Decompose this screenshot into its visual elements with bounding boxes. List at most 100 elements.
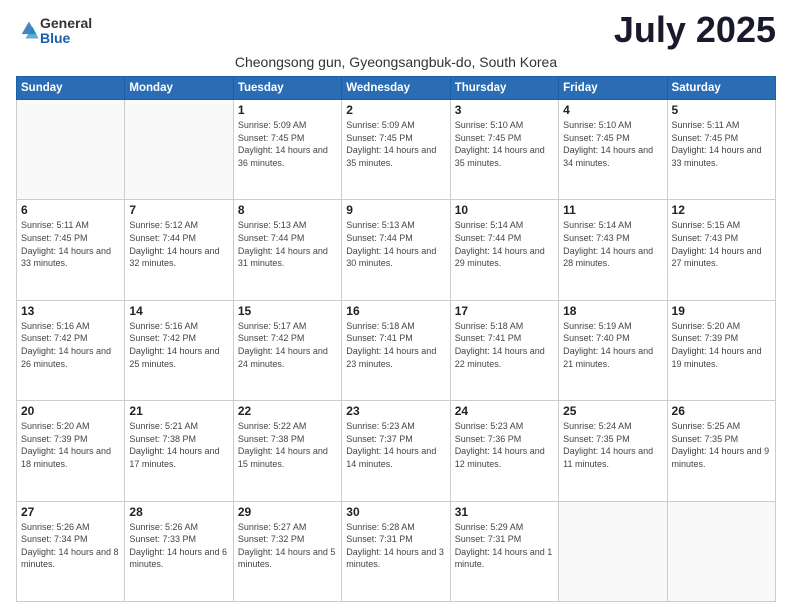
table-row: 29 Sunrise: 5:27 AM Sunset: 7:32 PM Dayli… <box>233 501 341 601</box>
day-number: 29 <box>238 505 337 519</box>
day-info: Sunrise: 5:26 AM Sunset: 7:34 PM Dayligh… <box>21 521 120 571</box>
table-row: 17 Sunrise: 5:18 AM Sunset: 7:41 PM Dayli… <box>450 300 558 400</box>
table-row <box>125 100 233 200</box>
table-row: 9Sunrise: 5:13 AM Sunset: 7:44 PM Daylig… <box>342 200 450 300</box>
day-info: Sunrise: 5:13 AM Sunset: 7:44 PM Dayligh… <box>346 219 445 269</box>
calendar-week-row: 1 Sunrise: 5:09 AM Sunset: 7:45 PM Daylig… <box>17 100 776 200</box>
table-row: 12Sunrise: 5:15 AM Sunset: 7:43 PM Dayli… <box>667 200 775 300</box>
table-row: 21 Sunrise: 5:21 AM Sunset: 7:38 PM Dayli… <box>125 401 233 501</box>
subtitle: Cheongsong gun, Gyeongsangbuk-do, South … <box>16 54 776 70</box>
table-row: 24 Sunrise: 5:23 AM Sunset: 7:36 PM Dayli… <box>450 401 558 501</box>
col-friday: Friday <box>559 77 667 100</box>
day-info: Sunrise: 5:14 AM Sunset: 7:44 PM Dayligh… <box>455 219 554 269</box>
table-row <box>667 501 775 601</box>
table-row: 6 Sunrise: 5:11 AM Sunset: 7:45 PM Daylig… <box>17 200 125 300</box>
day-info: Sunrise: 5:10 AM Sunset: 7:45 PM Dayligh… <box>455 119 554 169</box>
day-number: 4 <box>563 103 662 117</box>
title-section: July 2025 <box>614 12 776 48</box>
day-info: Sunrise: 5:28 AM Sunset: 7:31 PM Dayligh… <box>346 521 445 571</box>
table-row: 23Sunrise: 5:23 AM Sunset: 7:37 PM Dayli… <box>342 401 450 501</box>
day-info: Sunrise: 5:13 AM Sunset: 7:44 PM Dayligh… <box>238 219 337 269</box>
table-row: 19Sunrise: 5:20 AM Sunset: 7:39 PM Dayli… <box>667 300 775 400</box>
logo-text: General Blue <box>40 16 92 47</box>
day-number: 27 <box>21 505 120 519</box>
table-row: 10 Sunrise: 5:14 AM Sunset: 7:44 PM Dayli… <box>450 200 558 300</box>
day-number: 13 <box>21 304 120 318</box>
table-row: 14Sunrise: 5:16 AM Sunset: 7:42 PM Dayli… <box>125 300 233 400</box>
day-number: 17 <box>455 304 554 318</box>
day-info: Sunrise: 5:18 AM Sunset: 7:41 PM Dayligh… <box>455 320 554 370</box>
table-row: 31Sunrise: 5:29 AM Sunset: 7:31 PM Dayli… <box>450 501 558 601</box>
day-info: Sunrise: 5:23 AM Sunset: 7:36 PM Dayligh… <box>455 420 554 470</box>
calendar-week-row: 13Sunrise: 5:16 AM Sunset: 7:42 PM Dayli… <box>17 300 776 400</box>
calendar-body: 1 Sunrise: 5:09 AM Sunset: 7:45 PM Daylig… <box>17 100 776 602</box>
day-number: 31 <box>455 505 554 519</box>
table-row: 5 Sunrise: 5:11 AM Sunset: 7:45 PM Daylig… <box>667 100 775 200</box>
day-info: Sunrise: 5:15 AM Sunset: 7:43 PM Dayligh… <box>672 219 771 269</box>
day-number: 30 <box>346 505 445 519</box>
day-number: 1 <box>238 103 337 117</box>
calendar-header-row: Sunday Monday Tuesday Wednesday Thursday… <box>17 77 776 100</box>
day-info: Sunrise: 5:27 AM Sunset: 7:32 PM Dayligh… <box>238 521 337 571</box>
col-thursday: Thursday <box>450 77 558 100</box>
table-row: 25 Sunrise: 5:24 AM Sunset: 7:35 PM Dayli… <box>559 401 667 501</box>
day-info: Sunrise: 5:25 AM Sunset: 7:35 PM Dayligh… <box>672 420 771 470</box>
day-number: 21 <box>129 404 228 418</box>
table-row: 26 Sunrise: 5:25 AM Sunset: 7:35 PM Dayli… <box>667 401 775 501</box>
logo-icon <box>18 18 40 40</box>
calendar-week-row: 20 Sunrise: 5:20 AM Sunset: 7:39 PM Dayli… <box>17 401 776 501</box>
day-info: Sunrise: 5:23 AM Sunset: 7:37 PM Dayligh… <box>346 420 445 470</box>
table-row: 20 Sunrise: 5:20 AM Sunset: 7:39 PM Dayli… <box>17 401 125 501</box>
day-info: Sunrise: 5:19 AM Sunset: 7:40 PM Dayligh… <box>563 320 662 370</box>
logo: General Blue <box>16 16 92 47</box>
table-row: 2 Sunrise: 5:09 AM Sunset: 7:45 PM Daylig… <box>342 100 450 200</box>
col-monday: Monday <box>125 77 233 100</box>
day-number: 19 <box>672 304 771 318</box>
day-info: Sunrise: 5:17 AM Sunset: 7:42 PM Dayligh… <box>238 320 337 370</box>
day-number: 10 <box>455 203 554 217</box>
table-row <box>559 501 667 601</box>
day-info: Sunrise: 5:21 AM Sunset: 7:38 PM Dayligh… <box>129 420 228 470</box>
table-row: 7 Sunrise: 5:12 AM Sunset: 7:44 PM Daylig… <box>125 200 233 300</box>
col-sunday: Sunday <box>17 77 125 100</box>
day-number: 3 <box>455 103 554 117</box>
col-wednesday: Wednesday <box>342 77 450 100</box>
header: General Blue July 2025 <box>16 12 776 48</box>
table-row: 27 Sunrise: 5:26 AM Sunset: 7:34 PM Dayli… <box>17 501 125 601</box>
col-tuesday: Tuesday <box>233 77 341 100</box>
day-number: 14 <box>129 304 228 318</box>
table-row: 1 Sunrise: 5:09 AM Sunset: 7:45 PM Daylig… <box>233 100 341 200</box>
day-number: 28 <box>129 505 228 519</box>
day-info: Sunrise: 5:26 AM Sunset: 7:33 PM Dayligh… <box>129 521 228 571</box>
day-number: 7 <box>129 203 228 217</box>
day-number: 26 <box>672 404 771 418</box>
day-info: Sunrise: 5:11 AM Sunset: 7:45 PM Dayligh… <box>672 119 771 169</box>
day-number: 25 <box>563 404 662 418</box>
day-info: Sunrise: 5:09 AM Sunset: 7:45 PM Dayligh… <box>238 119 337 169</box>
day-number: 20 <box>21 404 120 418</box>
day-number: 15 <box>238 304 337 318</box>
day-number: 22 <box>238 404 337 418</box>
day-number: 18 <box>563 304 662 318</box>
day-info: Sunrise: 5:09 AM Sunset: 7:45 PM Dayligh… <box>346 119 445 169</box>
table-row: 13Sunrise: 5:16 AM Sunset: 7:42 PM Dayli… <box>17 300 125 400</box>
table-row: 28 Sunrise: 5:26 AM Sunset: 7:33 PM Dayli… <box>125 501 233 601</box>
day-info: Sunrise: 5:12 AM Sunset: 7:44 PM Dayligh… <box>129 219 228 269</box>
table-row: 4 Sunrise: 5:10 AM Sunset: 7:45 PM Daylig… <box>559 100 667 200</box>
day-info: Sunrise: 5:24 AM Sunset: 7:35 PM Dayligh… <box>563 420 662 470</box>
table-row: 8Sunrise: 5:13 AM Sunset: 7:44 PM Daylig… <box>233 200 341 300</box>
day-number: 11 <box>563 203 662 217</box>
day-info: Sunrise: 5:20 AM Sunset: 7:39 PM Dayligh… <box>21 420 120 470</box>
day-number: 6 <box>21 203 120 217</box>
table-row: 16Sunrise: 5:18 AM Sunset: 7:41 PM Dayli… <box>342 300 450 400</box>
day-number: 2 <box>346 103 445 117</box>
table-row: 15 Sunrise: 5:17 AM Sunset: 7:42 PM Dayli… <box>233 300 341 400</box>
calendar-week-row: 27 Sunrise: 5:26 AM Sunset: 7:34 PM Dayli… <box>17 501 776 601</box>
day-number: 24 <box>455 404 554 418</box>
day-info: Sunrise: 5:10 AM Sunset: 7:45 PM Dayligh… <box>563 119 662 169</box>
calendar-table: Sunday Monday Tuesday Wednesday Thursday… <box>16 76 776 602</box>
day-number: 16 <box>346 304 445 318</box>
day-info: Sunrise: 5:11 AM Sunset: 7:45 PM Dayligh… <box>21 219 120 269</box>
month-title: July 2025 <box>614 12 776 48</box>
day-number: 5 <box>672 103 771 117</box>
